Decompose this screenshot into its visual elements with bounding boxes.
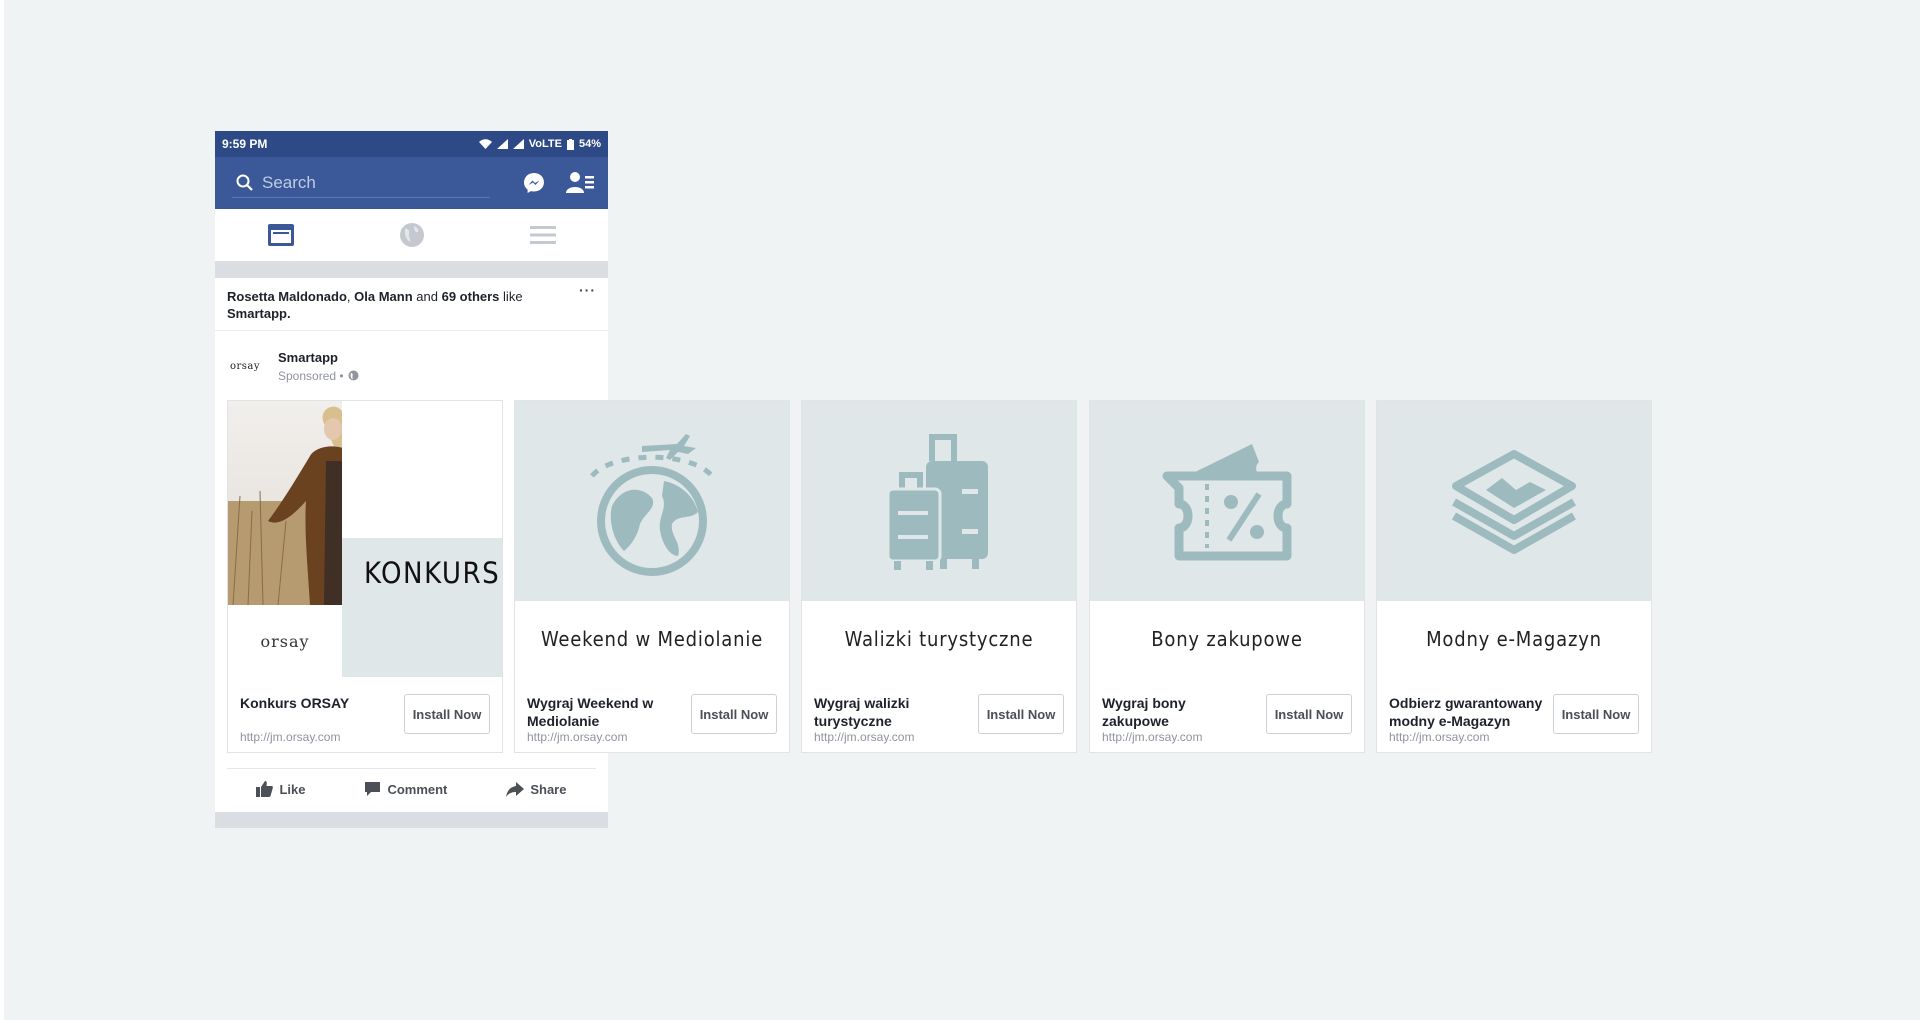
ticket-percent-icon xyxy=(1162,444,1292,561)
globe-plane-icon xyxy=(590,434,714,576)
signal-icon-2 xyxy=(512,139,524,149)
nav-tabs xyxy=(215,209,608,262)
install-now-button[interactable]: Install Now xyxy=(691,694,777,734)
card-caption: Bony zakupowe xyxy=(1151,627,1303,651)
card-caption: Weekend w Mediolanie xyxy=(540,627,764,651)
install-now-button[interactable]: Install Now xyxy=(404,694,490,734)
share-button[interactable]: Share xyxy=(506,781,566,797)
news-feed-icon[interactable] xyxy=(267,223,295,247)
comment-icon xyxy=(365,782,381,796)
globe-icon[interactable] xyxy=(399,222,425,248)
card-title: Wygraj Weekend w Mediolanie xyxy=(527,695,654,729)
card-title: Wygraj bony zakupowe xyxy=(1102,695,1186,729)
network-label: VoLTE xyxy=(528,138,562,150)
carousel-card[interactable]: orsay KONKURS Konkurs ORSAY http://jm.or… xyxy=(227,400,503,753)
install-now-button[interactable]: Install Now xyxy=(978,694,1064,734)
battery-icon xyxy=(566,138,574,150)
liker-1[interactable]: Rosetta Maldonado xyxy=(227,289,347,304)
sponsored-label: Sponsored • xyxy=(278,368,344,383)
public-globe-icon xyxy=(348,370,359,381)
status-time: 9:59 PM xyxy=(222,137,268,151)
author-avatar[interactable]: orsay xyxy=(230,361,268,372)
card-url: http://jm.orsay.com xyxy=(527,730,628,744)
top-bar: Search xyxy=(215,157,608,209)
messenger-icon[interactable] xyxy=(522,171,546,195)
konkurs-label: KONKURS xyxy=(364,556,501,590)
battery-level: 54% xyxy=(578,138,601,150)
menu-icon[interactable] xyxy=(529,224,556,246)
search-placeholder: Search xyxy=(262,172,316,192)
card-url: http://jm.orsay.com xyxy=(1102,730,1203,744)
share-arrow-icon xyxy=(506,781,525,797)
post-author: orsay Smartapp Sponsored • xyxy=(215,331,608,389)
card-title: Wygraj walizki turystyczne xyxy=(814,695,910,729)
social-context: Rosetta Maldonado, Ola Mann and 69 other… xyxy=(227,282,596,322)
install-now-button[interactable]: Install Now xyxy=(1266,694,1352,734)
card-url: http://jm.orsay.com xyxy=(1389,730,1490,744)
wifi-icon xyxy=(478,139,492,149)
card-caption: Walizki turystyczne xyxy=(844,627,1034,651)
search-icon xyxy=(236,174,253,191)
card-title: Odbierz gwarantowany modny e-Magazyn xyxy=(1389,695,1543,729)
more-options-icon[interactable]: ··· xyxy=(579,282,596,322)
page-name[interactable]: Smartapp. xyxy=(227,306,291,321)
carousel-card[interactable]: Walizki turystyczne Wygraj walizki turys… xyxy=(801,400,1077,753)
stacked-layers-icon xyxy=(1452,450,1576,554)
suitcase-icon xyxy=(886,434,988,570)
search-input[interactable]: Search xyxy=(232,168,490,198)
comment-button[interactable]: Comment xyxy=(364,781,447,797)
carousel-card[interactable]: Weekend w Mediolanie Wygraj Weekend w Me… xyxy=(514,400,790,753)
card-url: http://jm.orsay.com xyxy=(240,730,341,744)
signal-icon xyxy=(496,139,508,149)
liker-2[interactable]: Ola Mann xyxy=(354,289,413,304)
left-edge xyxy=(0,0,4,1020)
konkurs-panel: KONKURS xyxy=(342,538,502,677)
carousel-card[interactable]: Modny e-Magazyn Odbierz gwarantowany mod… xyxy=(1376,400,1652,753)
model-photo xyxy=(228,401,342,605)
like-button[interactable]: Like xyxy=(256,781,305,797)
card-caption: Modny e-Magazyn xyxy=(1426,627,1602,651)
install-now-button[interactable]: Install Now xyxy=(1553,694,1639,734)
brand-logo: orsay xyxy=(260,631,310,651)
card-url: http://jm.orsay.com xyxy=(814,730,915,744)
status-bar: 9:59 PM VoLTE 54% xyxy=(215,131,608,157)
friend-requests-icon[interactable] xyxy=(566,171,594,195)
author-name[interactable]: Smartapp xyxy=(278,350,359,365)
card-title: Konkurs ORSAY xyxy=(240,695,350,711)
thumbs-up-icon xyxy=(256,781,274,797)
carousel-card[interactable]: Bony zakupowe Wygraj bony zakupowe http:… xyxy=(1089,400,1365,753)
post-actions: Like Comment Share xyxy=(227,768,596,809)
others-count[interactable]: 69 others xyxy=(442,289,500,304)
